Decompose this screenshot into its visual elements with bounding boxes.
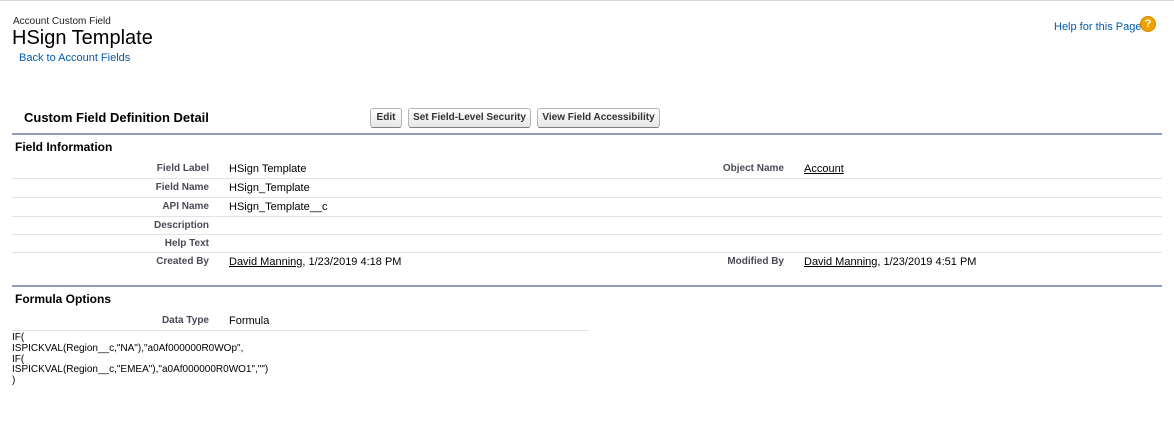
row-divider (12, 234, 1162, 235)
field-name-label: Field Name (155, 182, 209, 193)
detail-section-title: Custom Field Definition Detail (24, 110, 209, 125)
modified-by-date: , 1/23/2019 4:51 PM (877, 256, 977, 268)
set-field-level-security-button[interactable]: Set Field-Level Security (408, 108, 531, 128)
formula-line: ISPICKVAL(Region__c,"NA"),"a0Af000000R0W… (12, 342, 244, 354)
row-divider (12, 330, 589, 331)
data-type-label: Data Type (161, 315, 209, 326)
formula-text: IF(ISPICKVAL(Region__c,"NA"),"a0Af000000… (12, 332, 269, 387)
page-title: HSign Template (12, 27, 153, 49)
created-by-date: , 1/23/2019 4:18 PM (302, 256, 402, 268)
page-eyebrow: Account Custom Field (13, 16, 111, 27)
help-for-this-page-link[interactable]: Help for this Page (1054, 21, 1141, 33)
formula-line: ) (12, 375, 16, 387)
back-to-account-fields-link[interactable]: Back to Account Fields (19, 52, 130, 64)
modified-by-label: Modified By (727, 256, 784, 267)
help-text-label: Help Text (164, 238, 209, 249)
description-label: Description (153, 220, 209, 231)
row-divider (12, 197, 1162, 198)
data-type-value: Formula (229, 315, 270, 327)
row-divider (12, 216, 1162, 217)
row-divider (12, 178, 1162, 179)
field-name-value: HSign_Template (229, 182, 310, 194)
view-field-accessibility-button[interactable]: View Field Accessibility (537, 108, 660, 128)
object-name-label: Object Name (722, 163, 784, 174)
help-icon[interactable]: ? (1140, 16, 1156, 32)
formula-options-rule (12, 285, 1162, 287)
field-information-rule (12, 133, 1162, 135)
api-name-label: API Name (162, 201, 209, 212)
field-label-value: HSign Template (229, 163, 307, 175)
row-divider (12, 252, 1162, 253)
edit-button[interactable]: Edit (370, 108, 402, 128)
modified-by-user-link[interactable]: David Manning (804, 256, 877, 268)
created-by-user-link[interactable]: David Manning (229, 256, 302, 268)
formula-line: ISPICKVAL(Region__c,"EMEA"),"a0Af000000R… (12, 364, 269, 376)
created-by-value: David Manning, 1/23/2019 4:18 PM (229, 256, 401, 268)
modified-by-value: David Manning, 1/23/2019 4:51 PM (804, 256, 976, 268)
field-label-label: Field Label (156, 163, 209, 174)
field-information-title: Field Information (15, 140, 113, 154)
top-divider (0, 0, 1174, 1)
created-by-label: Created By (156, 256, 209, 267)
object-name-link[interactable]: Account (804, 163, 844, 175)
formula-options-title: Formula Options (15, 292, 111, 306)
api-name-value: HSign_Template__c (229, 201, 328, 213)
